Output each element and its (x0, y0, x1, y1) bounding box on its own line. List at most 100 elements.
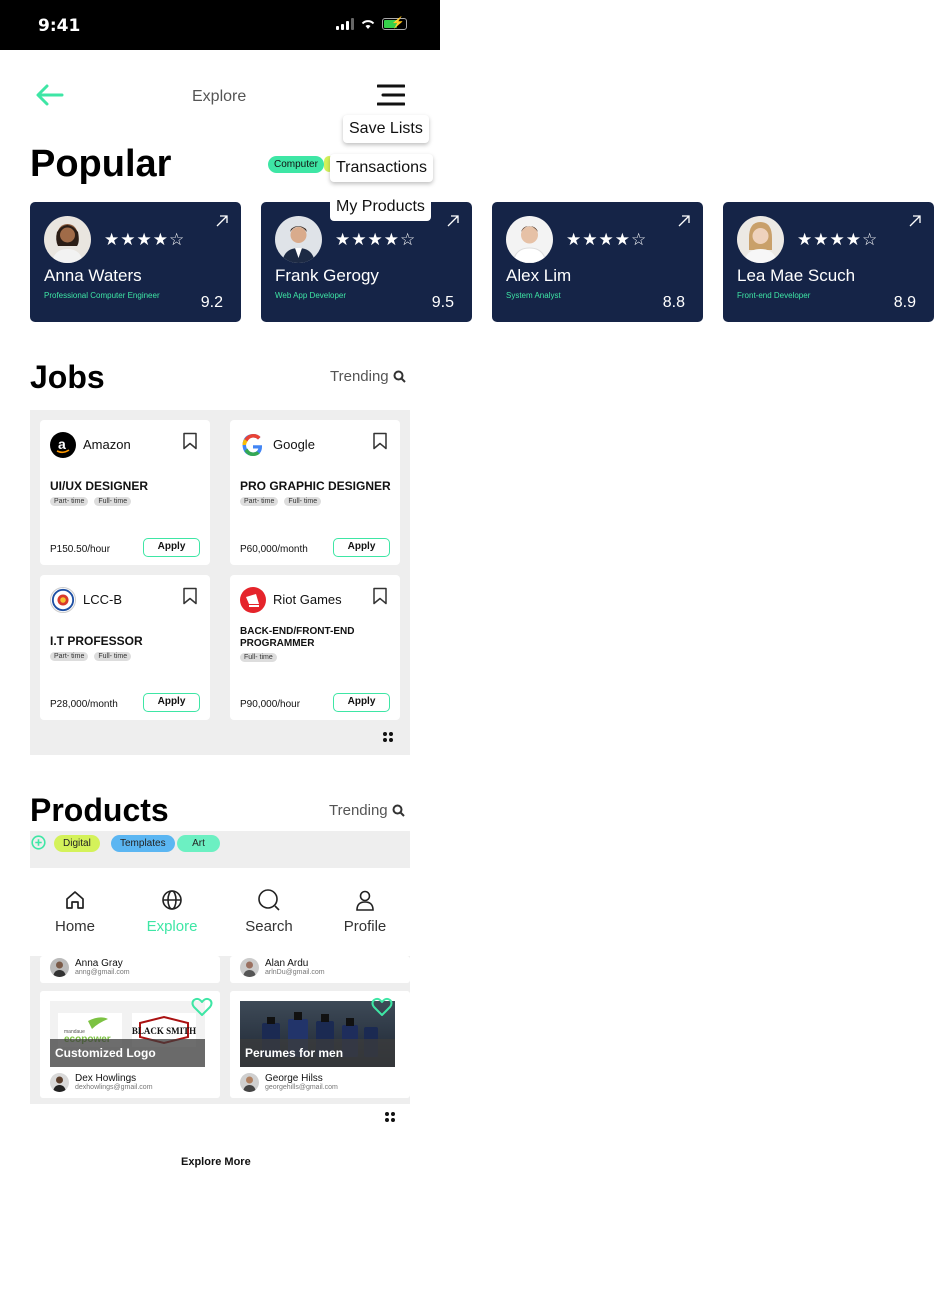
external-link-icon[interactable] (215, 214, 229, 228)
external-link-icon[interactable] (908, 214, 922, 228)
job-tags: Part- time Full- time (240, 497, 322, 506)
add-filter-icon[interactable] (31, 835, 46, 850)
job-title: PRO GRAPHIC DESIGNER (240, 479, 391, 493)
products-heading: Products (30, 792, 169, 828)
tab-label: Home (54, 918, 95, 935)
person-name: Frank Gerogy (275, 266, 379, 285)
filter-chip-digital[interactable]: Digital (54, 835, 100, 852)
grid-view-icon[interactable] (383, 732, 393, 742)
product-card[interactable]: Anna Gray anng@gmail.com (40, 956, 220, 983)
menu-item-save-lists[interactable]: Save Lists (343, 115, 429, 143)
job-card[interactable]: Google PRO GRAPHIC DESIGNER Part- time F… (230, 420, 400, 565)
job-tag: Part- time (240, 497, 279, 506)
avatar (44, 216, 91, 263)
owner-name: George Hilss (265, 1072, 323, 1084)
person-score: 8.8 (662, 294, 685, 311)
external-link-icon[interactable] (677, 214, 691, 228)
apply-button[interactable]: Apply (143, 538, 200, 557)
heart-icon[interactable] (191, 997, 213, 1017)
tab-label: Explore (146, 918, 198, 935)
person-role: Front-end Developer (737, 291, 811, 300)
avatar (275, 216, 322, 263)
jobs-trending-filter[interactable]: Trending (330, 368, 406, 385)
bookmark-icon[interactable] (372, 587, 388, 605)
product-card[interactable]: mandaueecopower BLACK SMITH Customized L… (40, 991, 220, 1098)
job-card[interactable]: LCC-B I.T PROFESSOR Part- time Full- tim… (40, 575, 210, 720)
bookmark-icon[interactable] (182, 587, 198, 605)
product-owner: George Hilss georgehills@gmail.com (240, 1073, 338, 1092)
tab-label: Search (245, 918, 293, 935)
bookmark-icon[interactable] (372, 432, 388, 450)
blacksmith-logo-text: BLACK SMITH (132, 1026, 196, 1036)
job-pay: P60,000/month (240, 544, 308, 555)
grid-view-icon[interactable] (385, 1112, 395, 1122)
popular-chip-computer[interactable]: Computer (268, 156, 324, 173)
status-icons: ⚡ (336, 17, 407, 30)
owner-email: arlnDu@gmail.com (265, 968, 325, 976)
job-tags: Full- time (240, 653, 277, 662)
avatar (50, 1073, 69, 1092)
trending-label: Trending (329, 802, 388, 819)
popular-card[interactable]: ★★★★☆ Anna Waters Professional Computer … (30, 202, 241, 322)
tab-profile[interactable]: Profile (320, 888, 410, 935)
status-time: 9:41 (38, 16, 81, 36)
tab-explore[interactable]: Explore (127, 888, 217, 935)
signal-icon (336, 18, 354, 30)
products-trending-filter[interactable]: Trending (329, 802, 405, 819)
job-card[interactable]: Riot Games BACK-END/FRONT-END PROGRAMMER… (230, 575, 400, 720)
heart-icon[interactable] (371, 997, 393, 1017)
external-link-icon[interactable] (446, 214, 460, 228)
job-card[interactable]: a Amazon UI/UX DESIGNER Part- time Full-… (40, 420, 210, 565)
apply-button[interactable]: Apply (333, 538, 390, 557)
bottom-tab-bar: Home Explore Search Profile (30, 868, 410, 956)
menu-item-transactions[interactable]: Transactions (330, 154, 433, 182)
product-label: Perumes for men (240, 1039, 395, 1067)
product-image: mandaueecopower BLACK SMITH Customized L… (50, 1001, 205, 1067)
filter-chip-templates[interactable]: Templates (111, 835, 175, 852)
job-tag: Full- time (240, 653, 277, 662)
person-score: 8.9 (893, 294, 916, 311)
popular-card[interactable]: ★★★★☆ Alex Lim System Analyst 8.8 (492, 202, 703, 322)
job-tag: Full- time (94, 652, 132, 661)
lccb-seal-icon (50, 587, 76, 613)
home-icon (66, 891, 84, 909)
explore-more-link[interactable]: Explore More (181, 1156, 251, 1168)
apply-button[interactable]: Apply (143, 693, 200, 712)
avatar (50, 958, 69, 977)
search-icon (393, 370, 406, 383)
job-company: LCC-B (83, 592, 123, 607)
globe-icon (162, 890, 182, 910)
apply-button[interactable]: Apply (333, 693, 390, 712)
hamburger-menu-icon[interactable] (377, 84, 405, 106)
owner-name: Anna Gray (75, 957, 123, 969)
job-pay: P150.50/hour (50, 544, 111, 555)
popular-heading: Popular (30, 143, 172, 185)
bookmark-icon[interactable] (182, 432, 198, 450)
tab-home[interactable]: Home (30, 888, 120, 935)
search-icon (392, 804, 405, 817)
rating-stars: ★★★★☆ (797, 230, 879, 250)
tab-search[interactable]: Search (224, 888, 314, 935)
rating-stars: ★★★★☆ (104, 230, 186, 250)
menu-item-my-products[interactable]: My Products (330, 193, 431, 221)
owner-name: Alan Ardu (265, 957, 309, 969)
owner-name: Dex Howlings (75, 1072, 137, 1084)
google-logo-icon (240, 432, 266, 458)
profile-icon (356, 890, 374, 911)
person-role: Professional Computer Engineer (44, 291, 160, 300)
back-arrow-icon[interactable] (34, 82, 64, 108)
avatar (506, 216, 553, 263)
filter-chip-art[interactable]: Art (177, 835, 220, 852)
product-card[interactable]: Alan Ardu arlnDu@gmail.com (230, 956, 410, 983)
product-owner: Anna Gray anng@gmail.com (50, 958, 130, 977)
jobs-heading: Jobs (30, 359, 105, 395)
job-pay: P28,000/month (50, 699, 118, 710)
svg-text:a: a (58, 436, 66, 452)
products-panel: Anna Gray anng@gmail.com Alan Ardu arlnD… (30, 956, 410, 1104)
owner-email: georgehills@gmail.com (265, 1083, 338, 1091)
owner-email: dexhowlings@gmail.com (75, 1083, 153, 1091)
product-card[interactable]: Perumes for men George Hilss georgehills… (230, 991, 410, 1098)
popular-card[interactable]: ★★★★☆ Lea Mae Scuch Front-end Developer … (723, 202, 934, 322)
person-role: System Analyst (506, 291, 561, 300)
job-company: Google (273, 437, 315, 452)
